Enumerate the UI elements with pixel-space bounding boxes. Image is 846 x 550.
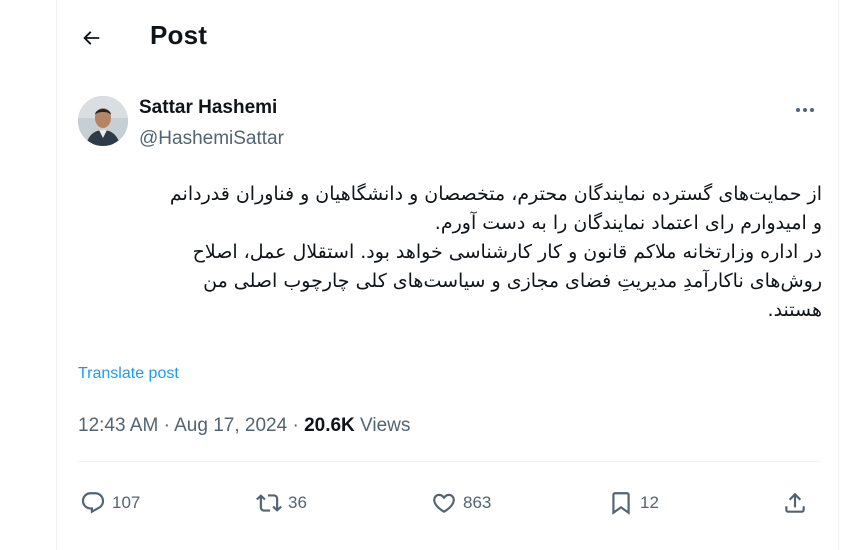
avatar-image <box>78 96 128 146</box>
reply-button[interactable]: 107 <box>80 486 140 520</box>
heart-icon <box>433 493 455 513</box>
repost-count: 36 <box>288 493 307 512</box>
more-horizontal-icon <box>796 108 814 112</box>
divider <box>78 461 820 462</box>
reply-count: 107 <box>112 493 141 512</box>
post-text: از حمایت‌های گسترده نمایندگان محترم، متخ… <box>169 183 822 321</box>
avatar[interactable] <box>78 96 128 146</box>
meta-separator: · <box>163 415 170 436</box>
repost-button[interactable]: 36 <box>256 486 307 520</box>
column-border-left <box>56 0 57 550</box>
more-button[interactable] <box>790 98 820 122</box>
bookmark-count: 12 <box>640 493 659 512</box>
views-label: Views <box>360 415 411 436</box>
post-meta: 12:43 AM · Aug 17, 2024 · 20.6K Views <box>78 415 410 437</box>
translate-post-link[interactable]: Translate post <box>78 365 179 383</box>
bookmark-icon <box>612 492 630 515</box>
share-button[interactable] <box>782 486 808 520</box>
arrow-left-icon <box>83 31 100 45</box>
action-bar: 107 36 863 12 <box>78 486 820 520</box>
post-time[interactable]: 12:43 AM <box>78 415 158 436</box>
views-count: 20.6K <box>304 415 355 436</box>
page-header: Post <box>57 0 838 72</box>
back-button[interactable] <box>73 20 109 56</box>
bookmark-button[interactable]: 12 <box>608 486 659 520</box>
share-icon <box>785 492 805 513</box>
like-button[interactable]: 863 <box>431 486 491 520</box>
author-name[interactable]: Sattar Hashemi <box>139 97 277 119</box>
author-handle[interactable]: @HashemiSattar <box>139 128 284 150</box>
reply-icon <box>81 492 105 514</box>
meta-separator: · <box>292 415 299 436</box>
post-date[interactable]: Aug 17, 2024 <box>174 415 287 436</box>
page-title: Post <box>150 20 208 50</box>
column-border-right <box>838 0 839 550</box>
repost-icon <box>256 494 282 512</box>
like-count: 863 <box>463 493 492 512</box>
